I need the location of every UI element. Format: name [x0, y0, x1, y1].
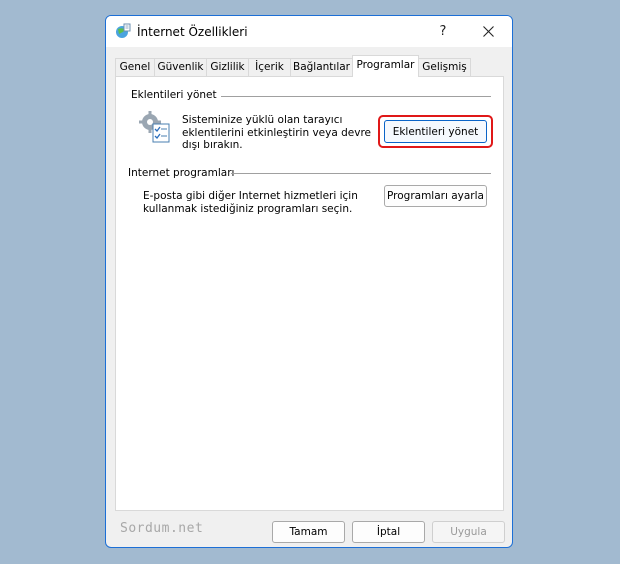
help-button[interactable]: ? — [420, 16, 466, 47]
set-programs-button[interactable]: Programları ayarla — [384, 185, 487, 207]
close-button[interactable] — [466, 16, 512, 47]
tab-genel[interactable]: Genel — [115, 58, 155, 76]
gears-checklist-icon — [139, 111, 170, 143]
tab-gelismis[interactable]: Gelişmiş — [418, 58, 471, 76]
internet-properties-window: İnternet Özellikleri ? Genel Güvenlik Gi… — [105, 15, 513, 548]
tab-baglantilar[interactable]: Bağlantılar — [290, 58, 353, 76]
title-bar[interactable]: İnternet Özellikleri ? — [106, 16, 512, 47]
internet-programs-group-divider — [231, 173, 491, 174]
addons-group-divider — [221, 96, 491, 97]
tab-programlar[interactable]: Programlar — [352, 55, 419, 77]
internet-programs-group-label: Internet programları — [128, 167, 235, 179]
tab-guvenlik[interactable]: Güvenlik — [154, 58, 207, 76]
manage-addons-button[interactable]: Eklentileri yönet — [384, 120, 487, 143]
cancel-button[interactable]: İptal — [352, 521, 425, 543]
tab-icerik[interactable]: İçerik — [248, 58, 291, 76]
watermark-text: Sordum.net — [120, 521, 204, 536]
internet-options-icon — [116, 23, 131, 38]
addons-group-label: Eklentileri yönet — [131, 89, 217, 101]
ok-button[interactable]: Tamam — [272, 521, 345, 543]
addons-description: Sisteminize yüklü olan tarayıcı eklentil… — [182, 114, 372, 151]
programs-panel: Eklentileri yönet Sisteminize yüklü olan… — [115, 76, 504, 511]
internet-programs-description: E-posta gibi diğer Internet hizmetleri i… — [143, 190, 358, 215]
window-title: İnternet Özellikleri — [137, 25, 248, 39]
tab-gizlilik[interactable]: Gizlilik — [206, 58, 249, 76]
apply-button[interactable]: Uygula — [432, 521, 505, 543]
close-icon — [483, 26, 494, 37]
